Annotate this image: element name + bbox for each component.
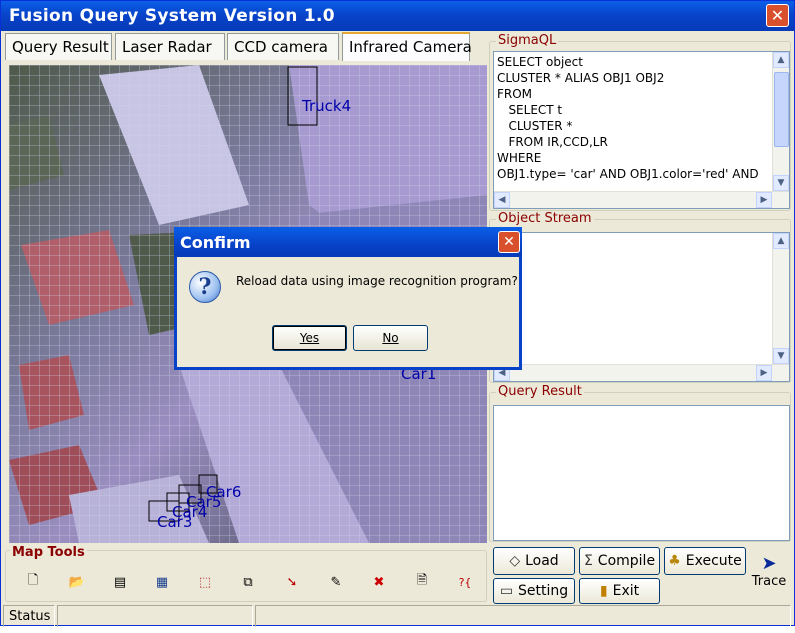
object-stream-group: Object Stream ▲ ▼ ◀ ▶ (489, 211, 791, 383)
exit-label: Exit (612, 583, 640, 599)
sigmaql-editor[interactable]: SELECT object CLUSTER * ALIAS OBJ1 OBJ2 … (493, 51, 790, 209)
scroll-right-icon[interactable]: ▶ (756, 365, 772, 381)
object-stream-vscroll[interactable]: ▲ ▼ (772, 233, 789, 364)
sql-line: FROM (497, 87, 533, 101)
sql-line: OBJ1.type= 'car' AND OBJ1.color='red' AN… (497, 167, 759, 181)
scroll-up-icon[interactable]: ▲ (773, 52, 789, 68)
object-stream-box[interactable]: ▲ ▼ ◀ ▶ (493, 232, 790, 382)
scroll-up-icon[interactable]: ▲ (773, 233, 789, 249)
sigmaql-vscroll[interactable]: ▲ ▼ (772, 52, 789, 191)
computer-icon: ▭ (499, 583, 514, 599)
new-icon[interactable]: 🗋 (24, 573, 42, 591)
confirm-dialog: Confirm ✕ ? Reload data using image reco… (174, 227, 522, 370)
tab-query-result[interactable]: Query Result (5, 33, 112, 60)
scroll-thumb[interactable] (774, 72, 789, 147)
execute-label: Execute (685, 553, 742, 569)
scroll-left-icon[interactable]: ◀ (494, 192, 510, 208)
sigmaql-group: SigmaQL SELECT object CLUSTER * ALIAS OB… (489, 33, 791, 211)
status-cell-3 (255, 605, 791, 627)
confirm-message: Reload data using image recognition prog… (236, 274, 518, 288)
scroll-right-icon[interactable]: ▶ (756, 192, 772, 208)
tab-infrared-camera[interactable]: Infrared Camera (342, 32, 472, 61)
sql-line: WHERE (497, 151, 542, 165)
arrow-icon: ➤ (761, 553, 777, 574)
sql-line: FROM IR,CCD,LR (497, 135, 608, 149)
window-close-button[interactable]: ✕ (766, 4, 789, 27)
grid-icon[interactable]: ▦ (153, 573, 171, 591)
execute-icon: ♣ (668, 553, 681, 569)
sql-line: SELECT object (497, 55, 583, 69)
layers-icon[interactable]: ⧉ (239, 573, 257, 591)
query-result-group: Query Result (489, 384, 791, 542)
trace-button[interactable]: ➤ Trace (749, 554, 789, 594)
trace-label: Trace (751, 574, 787, 589)
confirm-title: Confirm (180, 233, 251, 252)
query-result-box[interactable] (493, 405, 790, 541)
execute-button[interactable]: ♣ Execute (664, 547, 746, 575)
load-button[interactable]: ◇ Load (493, 547, 575, 575)
select-region-icon[interactable]: ⬚ (196, 573, 214, 591)
map-tools-panel: Map Tools 🗋 📂 ▤ ▦ ⬚ ⧉ ➘ ✎ ✖ 🗎 ?{ (5, 545, 487, 602)
title-bar: Fusion Query System Version 1.0 ✕ (1, 1, 794, 31)
tab-laser-radar[interactable]: Laser Radar (115, 33, 225, 60)
yes-button[interactable]: Yes (272, 325, 347, 351)
door-icon: ▮ (599, 583, 608, 599)
label-truck4: Truck4 (302, 97, 352, 115)
sql-line: SELECT t (497, 103, 563, 117)
delete-icon[interactable]: ✖ (370, 573, 388, 591)
edit-icon[interactable]: ✎ (327, 573, 345, 591)
scroll-down-icon[interactable]: ▼ (773, 348, 789, 364)
window-title: Fusion Query System Version 1.0 (9, 6, 335, 26)
open-icon[interactable]: 📂 (68, 573, 86, 591)
scroll-down-icon[interactable]: ▼ (773, 175, 789, 191)
compile-button[interactable]: Σ Compile (579, 547, 660, 575)
save-icon[interactable]: ▤ (111, 573, 129, 591)
confirm-close-button[interactable]: ✕ (498, 231, 520, 253)
label-car6: Car6 (206, 483, 242, 501)
compile-label: Compile (597, 553, 656, 569)
load-label: Load (525, 553, 559, 569)
status-label: Status (3, 605, 55, 627)
object-stream-hscroll[interactable]: ◀ ▶ (494, 364, 789, 381)
query-result-title: Query Result (496, 384, 584, 399)
no-button[interactable]: No (353, 325, 428, 351)
setting-label: Setting (518, 583, 569, 599)
sigma-icon: Σ (583, 553, 593, 569)
sql-line: CLUSTER * ALIAS OBJ1 OBJ2 (497, 71, 665, 85)
confirm-title-bar: Confirm ✕ (174, 227, 522, 257)
pointer-icon[interactable]: ➘ (283, 573, 301, 591)
status-cell-2 (57, 605, 253, 627)
load-icon: ◇ (509, 553, 521, 569)
object-stream-title: Object Stream (496, 211, 594, 226)
sql-line: CLUSTER * (497, 119, 573, 133)
tab-ccd-camera[interactable]: CCD camera (227, 33, 339, 60)
sigmaql-hscroll[interactable]: ◀ ▶ (494, 191, 789, 208)
question-icon: ? (189, 271, 221, 303)
help-icon[interactable]: ?{ (456, 573, 474, 591)
map-tools-title: Map Tools (10, 545, 87, 560)
document-icon[interactable]: 🗎 (413, 573, 431, 591)
exit-button[interactable]: ▮ Exit (579, 578, 660, 604)
status-bar: Status (1, 605, 794, 627)
sigmaql-title: SigmaQL (496, 33, 559, 48)
sigmaql-text[interactable]: SELECT object CLUSTER * ALIAS OBJ1 OBJ2 … (497, 54, 759, 182)
setting-button[interactable]: ▭ Setting (493, 578, 575, 604)
